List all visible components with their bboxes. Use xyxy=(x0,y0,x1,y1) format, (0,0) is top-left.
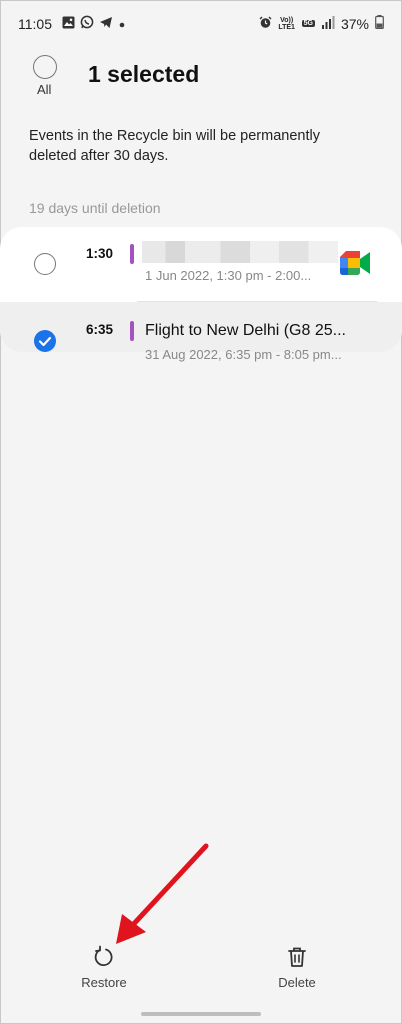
event-checkbox[interactable] xyxy=(34,253,56,275)
status-bar: 11:05 Vo)) LTE1 5G 37% xyxy=(0,0,402,44)
event-subtitle: 31 Aug 2022, 6:35 pm - 8:05 pm... xyxy=(145,347,342,362)
whatsapp-icon xyxy=(80,15,94,34)
system-status: Vo)) LTE1 5G 37% xyxy=(259,15,384,32)
network-label: 5G xyxy=(301,20,315,27)
volte-label: Vo)) LTE1 xyxy=(278,16,295,31)
home-indicator[interactable] xyxy=(141,1012,261,1016)
notification-icons xyxy=(62,15,126,34)
restore-button[interactable]: Restore xyxy=(59,945,149,990)
battery-percent: 37% xyxy=(340,15,369,32)
gallery-icon xyxy=(62,16,75,34)
trash-icon xyxy=(288,947,306,967)
event-checkbox-checked[interactable] xyxy=(34,330,56,352)
page-title: 1 selected xyxy=(88,61,200,87)
google-meet-icon xyxy=(340,250,372,281)
checkmark-icon xyxy=(38,336,52,347)
select-all-label: All xyxy=(37,82,52,97)
select-all-checkbox[interactable] xyxy=(33,55,57,79)
telegram-icon xyxy=(99,16,113,34)
battery-icon xyxy=(375,15,384,32)
event-color-bar xyxy=(130,244,134,264)
section-label: 19 days until deletion xyxy=(29,200,161,216)
annotation-arrow-icon xyxy=(116,843,209,944)
event-title-blurred xyxy=(142,241,338,263)
event-color-bar xyxy=(130,321,134,341)
restore-icon xyxy=(94,945,113,967)
restore-label: Restore xyxy=(81,975,127,990)
event-time: 1:30 xyxy=(86,246,114,261)
event-subtitle: 1 Jun 2022, 1:30 pm - 2:00... xyxy=(145,268,312,283)
recycle-bin-info: Events in the Recycle bin will be perman… xyxy=(29,128,320,164)
delete-button[interactable]: Delete xyxy=(252,945,342,990)
network-indicator: 5G xyxy=(301,20,315,27)
status-time: 11:05 xyxy=(18,16,52,32)
alarm-icon xyxy=(259,16,272,32)
more-notifications-dot xyxy=(118,16,126,34)
event-title: Flight to New Delhi (G8 25... xyxy=(145,322,346,339)
delete-label: Delete xyxy=(278,975,316,990)
event-time: 6:35 xyxy=(86,322,114,337)
signal-icon xyxy=(321,15,335,32)
